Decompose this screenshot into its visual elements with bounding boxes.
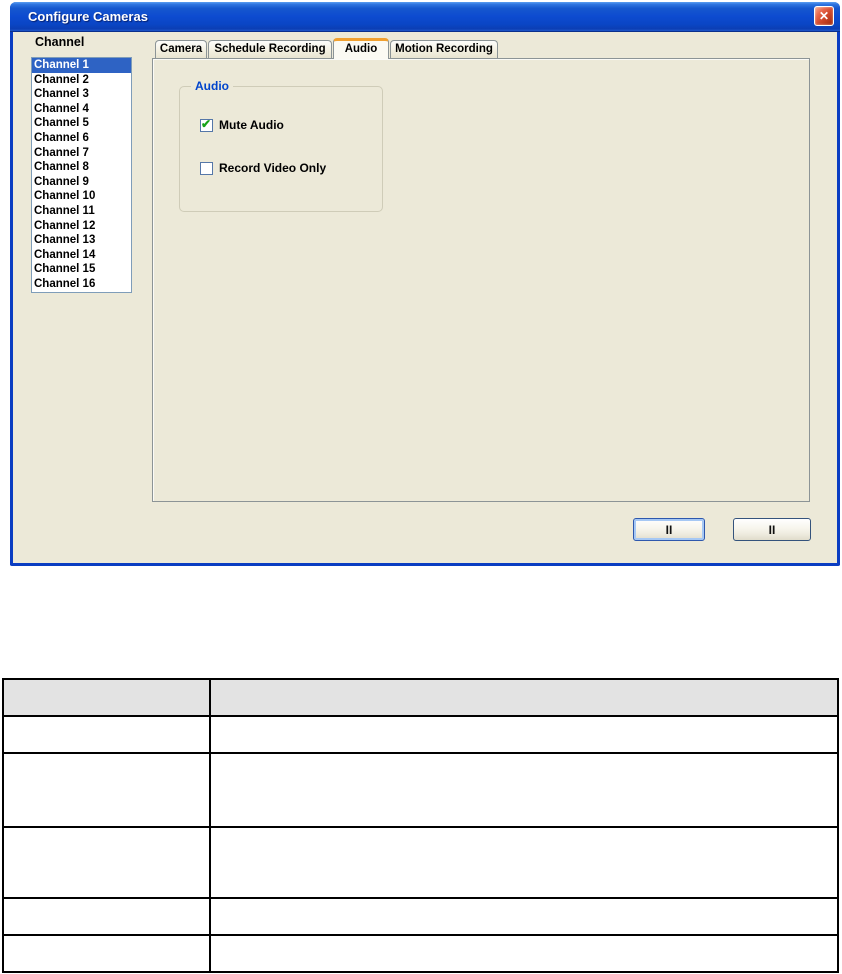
table-cell <box>209 715 839 754</box>
tab-camera[interactable]: Camera <box>155 40 207 58</box>
close-button[interactable]: ✕ <box>814 6 834 26</box>
channel-list: Channel 1 Channel 2 Channel 3 Channel 4 … <box>31 57 132 293</box>
audio-tab-panel: Audio ✔ Mute Audio Record Video Only <box>152 58 810 502</box>
record-video-only-checkbox[interactable] <box>200 161 213 175</box>
channel-list-item[interactable]: Channel 3 <box>32 87 131 102</box>
table-row <box>2 715 839 754</box>
table-cell <box>209 934 839 973</box>
tab-motion-recording[interactable]: Motion Recording <box>390 40 498 58</box>
channel-list-item[interactable]: Channel 6 <box>32 131 131 146</box>
table-header-cell <box>2 678 211 717</box>
channel-list-item[interactable]: Channel 14 <box>32 248 131 263</box>
table-header-row <box>2 678 839 717</box>
table-cell <box>209 752 839 828</box>
configure-cameras-dialog: Configure Cameras ✕ Channel Channel 1 Ch… <box>10 2 840 566</box>
audio-groupbox: Audio ✔ Mute Audio Record Video Only <box>179 79 383 212</box>
tab-audio[interactable]: Audio <box>333 38 389 59</box>
table-cell <box>2 752 211 828</box>
record-video-only-option[interactable]: Record Video Only <box>200 161 326 175</box>
channel-list-item[interactable]: Channel 15 <box>32 262 131 277</box>
channel-list-item[interactable]: Channel 7 <box>32 146 131 161</box>
close-icon: ✕ <box>818 8 830 23</box>
table-cell <box>209 897 839 936</box>
record-video-only-label: Record Video Only <box>219 161 327 175</box>
channel-list-item[interactable]: Channel 4 <box>32 102 131 117</box>
table-row <box>2 934 839 973</box>
table-row <box>2 752 839 828</box>
mute-audio-label: Mute Audio <box>219 118 284 132</box>
table-cell <box>2 715 211 754</box>
ok-button[interactable]: II <box>633 518 705 541</box>
dialog-title: Configure Cameras <box>28 9 148 24</box>
channel-list-item[interactable]: Channel 9 <box>32 175 131 190</box>
tab-schedule-recording[interactable]: Schedule Recording <box>208 40 332 58</box>
cancel-button[interactable]: II <box>733 518 811 541</box>
dialog-titlebar[interactable]: Configure Cameras ✕ <box>10 2 840 32</box>
table-row <box>2 897 839 936</box>
channel-list-item[interactable]: Channel 2 <box>32 73 131 88</box>
channel-list-item[interactable]: Channel 11 <box>32 204 131 219</box>
mute-audio-option[interactable]: ✔ Mute Audio <box>200 116 284 132</box>
table-cell <box>2 897 211 936</box>
table-cell <box>2 934 211 973</box>
channel-list-item[interactable]: Channel 13 <box>32 233 131 248</box>
page: Configure Cameras ✕ Channel Channel 1 Ch… <box>0 0 842 974</box>
channel-list-item[interactable]: Channel 5 <box>32 116 131 131</box>
channel-label: Channel <box>35 35 85 49</box>
audio-groupbox-title: Audio <box>191 79 233 93</box>
table-cell <box>209 826 839 899</box>
table-cell <box>2 826 211 899</box>
info-table <box>2 678 839 973</box>
mute-audio-checkbox[interactable]: ✔ <box>200 116 213 132</box>
channel-list-item[interactable]: Channel 1 <box>32 58 131 73</box>
table-header-cell <box>209 678 839 717</box>
channel-list-item[interactable]: Channel 12 <box>32 219 131 234</box>
channel-list-item[interactable]: Channel 8 <box>32 160 131 175</box>
channel-list-item[interactable]: Channel 16 <box>32 277 131 292</box>
checkmark-icon: ✔ <box>201 116 212 131</box>
channel-list-item[interactable]: Channel 10 <box>32 189 131 204</box>
table-row <box>2 826 839 899</box>
